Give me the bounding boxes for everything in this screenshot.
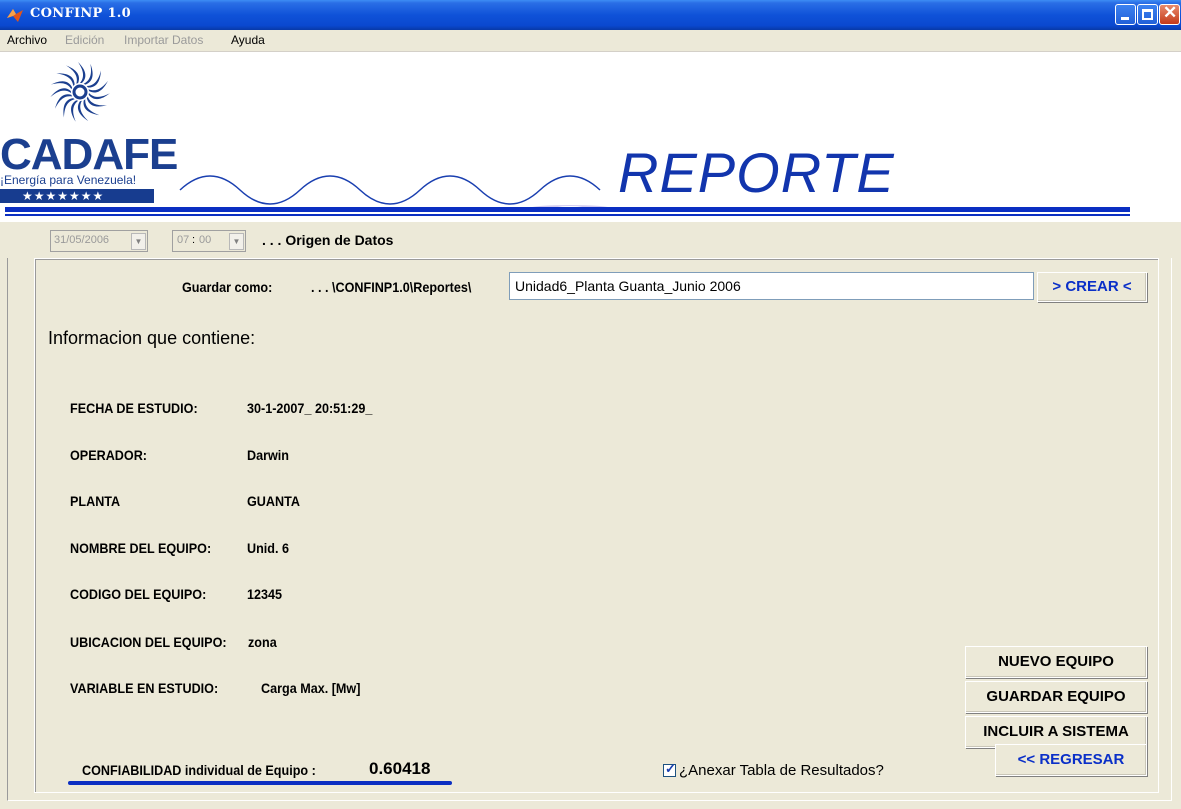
reliability-value: 0.60418 bbox=[369, 759, 431, 778]
title-bar: CONFINP 1.0 ✕ bbox=[0, 0, 1181, 30]
maximize-button[interactable] bbox=[1137, 4, 1158, 25]
reliability-underline bbox=[68, 781, 452, 785]
cadafe-logo: CADAFE ¡Energía para Venezuela! ★★★★★★★ bbox=[0, 52, 178, 212]
hour-value: 07 bbox=[177, 234, 190, 246]
save-path: . . . \CONFINP1.0\Reportes\ bbox=[311, 279, 472, 295]
field-label: PLANTA bbox=[70, 493, 121, 509]
chevron-down-icon[interactable]: ▼ bbox=[229, 233, 244, 250]
date-value: 31/05/2006 bbox=[54, 234, 110, 246]
field-value: Carga Max. [Mw] bbox=[261, 680, 361, 696]
header-divider bbox=[5, 207, 1130, 212]
data-source-label: . . . Origen de Datos bbox=[262, 232, 394, 248]
time-select[interactable]: 07 : 00 ▼ bbox=[172, 230, 246, 252]
menu-importar-datos[interactable]: Importar Datos bbox=[124, 33, 203, 47]
page-title: REPORTE bbox=[618, 141, 895, 204]
back-button[interactable]: << REGRESAR bbox=[995, 744, 1147, 776]
menu-archivo[interactable]: Archivo bbox=[7, 33, 47, 47]
field-value: 12345 bbox=[247, 586, 283, 602]
close-button[interactable]: ✕ bbox=[1159, 3, 1180, 25]
info-section-title: Informacion que contiene: bbox=[48, 328, 256, 348]
filename-input[interactable]: Unidad6_Planta Guanta_Junio 2006 bbox=[509, 272, 1034, 300]
logo-stars: ★★★★★★★ bbox=[0, 189, 154, 203]
chevron-down-icon[interactable]: ▼ bbox=[131, 233, 146, 250]
minimize-button[interactable] bbox=[1115, 4, 1136, 25]
wave-decoration bbox=[179, 175, 610, 211]
annex-table-checkbox[interactable] bbox=[663, 761, 676, 777]
field-label: VARIABLE EN ESTUDIO: bbox=[70, 680, 219, 696]
field-value: zona bbox=[248, 634, 277, 650]
create-button[interactable]: > CREAR < bbox=[1037, 272, 1147, 302]
menu-edicion[interactable]: Edición bbox=[65, 33, 104, 47]
field-value: 30-1-2007_ 20:51:29_ bbox=[247, 400, 373, 416]
field-value: Unid. 6 bbox=[247, 540, 290, 556]
reliability-label: CONFIABILIDAD individual de Equipo : bbox=[82, 762, 316, 778]
minute-value: 00 bbox=[199, 234, 212, 246]
save-equipment-button[interactable]: GUARDAR EQUIPO bbox=[965, 681, 1147, 713]
field-value: GUANTA bbox=[247, 493, 300, 509]
new-equipment-button[interactable]: NUEVO EQUIPO bbox=[965, 646, 1147, 678]
field-label: OPERADOR: bbox=[70, 447, 148, 463]
field-label: UBICACION DEL EQUIPO: bbox=[70, 634, 227, 650]
menu-bar: Archivo Edición Importar Datos Ayuda bbox=[0, 30, 1181, 52]
date-select[interactable]: 31/05/2006 ▼ bbox=[50, 230, 148, 252]
field-label: FECHA DE ESTUDIO: bbox=[70, 400, 198, 416]
field-label: CODIGO DEL EQUIPO: bbox=[70, 586, 207, 602]
header-divider-thin bbox=[5, 214, 1130, 216]
field-label: NOMBRE DEL EQUIPO: bbox=[70, 540, 212, 556]
close-icon: ✕ bbox=[1163, 3, 1178, 22]
sun-logo-icon bbox=[50, 62, 110, 123]
save-as-label: Guardar como: bbox=[182, 279, 273, 295]
field-value: Darwin bbox=[247, 447, 290, 463]
window-title: CONFINP 1.0 bbox=[30, 6, 131, 21]
menu-ayuda[interactable]: Ayuda bbox=[231, 33, 265, 47]
logo-slogan: ¡Energía para Venezuela! bbox=[0, 173, 137, 187]
annex-table-label[interactable]: ¿Anexar Tabla de Resultados? bbox=[679, 762, 884, 779]
report-header: CADAFE ¡Energía para Venezuela! ★★★★★★★ … bbox=[0, 52, 1181, 222]
matlab-icon bbox=[7, 9, 23, 22]
